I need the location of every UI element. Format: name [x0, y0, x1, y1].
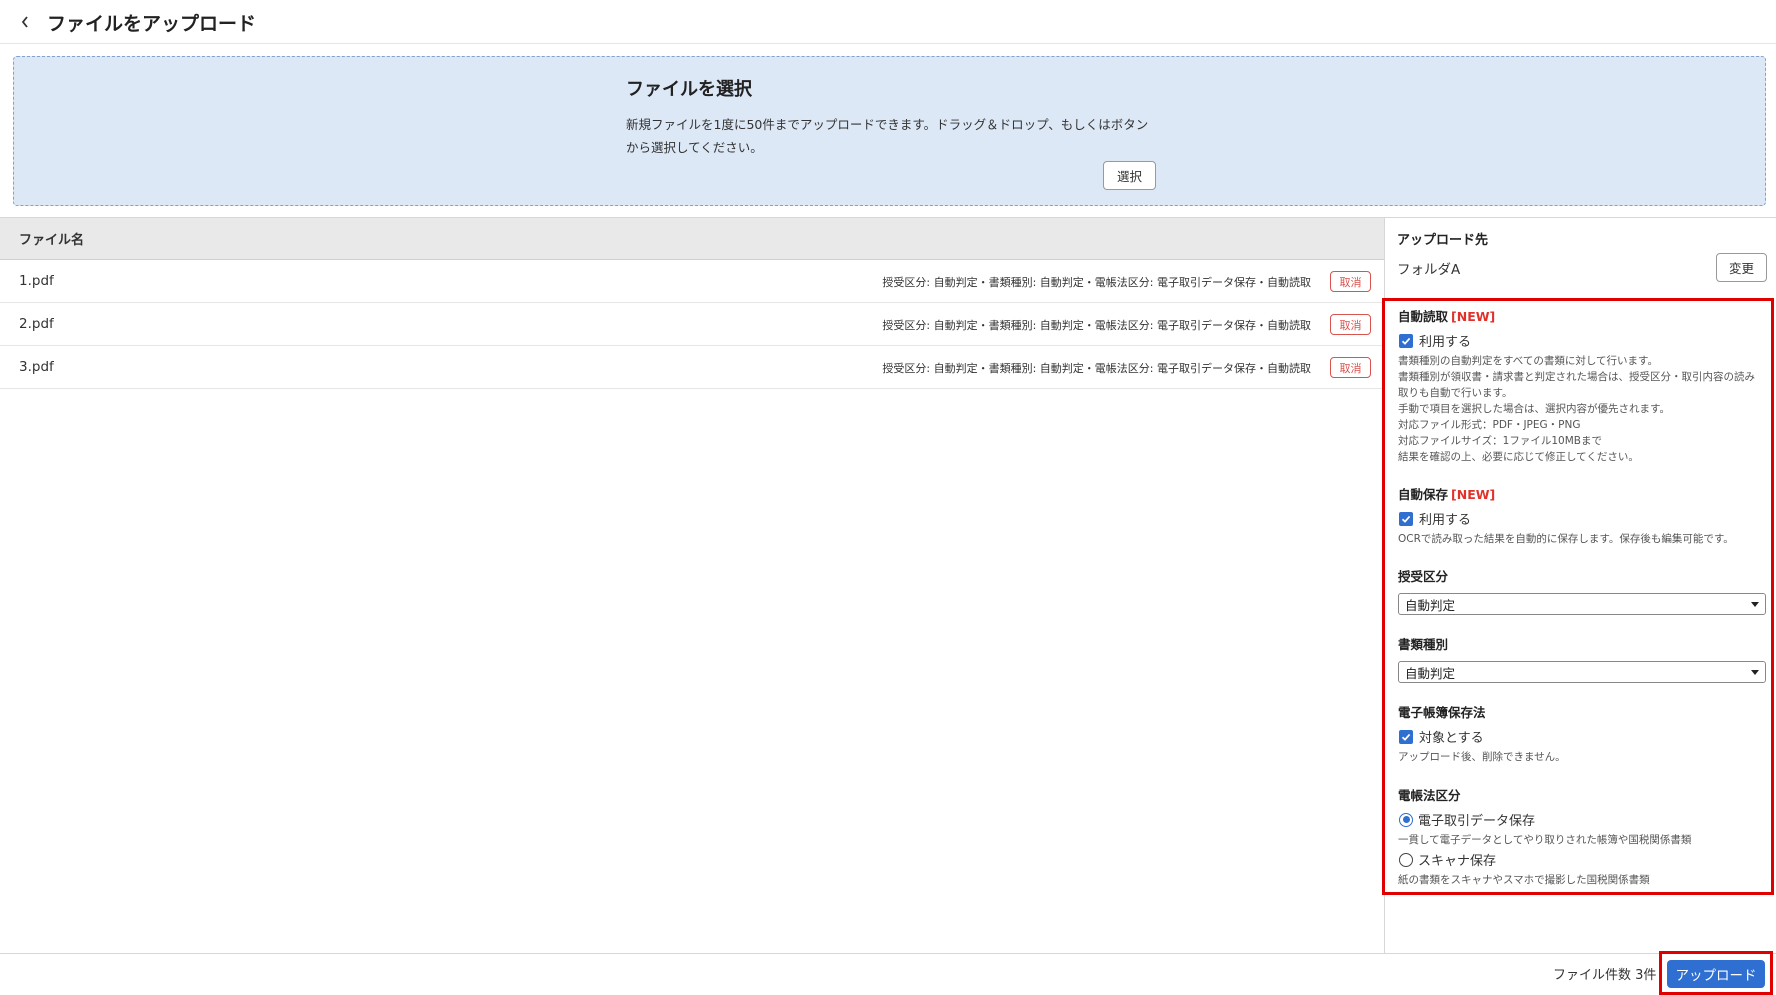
file-name: 1.pdf: [19, 273, 54, 289]
radio-electronic-transaction-description: 一貫して電子データとしてやり取りされた帳簿や国税関係書類: [1398, 834, 1692, 846]
radio-electronic-transaction[interactable]: 電子取引データ保存: [1398, 810, 1766, 829]
back-button[interactable]: [14, 10, 36, 34]
new-badge: [NEW]: [1451, 487, 1496, 502]
cancel-button[interactable]: 取消: [1330, 357, 1371, 378]
footer-divider: [0, 953, 1776, 954]
radio-selected-icon[interactable]: [1399, 812, 1413, 827]
exchange-type-title: 授受区分: [1398, 569, 1449, 584]
ebook-law-checkbox[interactable]: 対象とする: [1398, 727, 1766, 746]
checkbox-checked-icon[interactable]: [1399, 333, 1413, 348]
table-row: 3.pdf 授受区分: 自動判定・書類種別: 自動判定・電帳法区分: 電子取引デ…: [0, 346, 1384, 389]
auto-read-title: 自動読取 [NEW]: [1398, 309, 1496, 324]
radio-unselected-icon[interactable]: [1399, 852, 1413, 867]
caret-down-icon: [1751, 669, 1759, 675]
exchange-type-select[interactable]: 自動判定: [1398, 593, 1766, 615]
auto-save-title: 自動保存 [NEW]: [1398, 487, 1496, 502]
new-badge: [NEW]: [1451, 309, 1496, 324]
auto-save-section: 自動保存 [NEW] 利用する OCRで読み取った結果を自動的に保存します。保存後…: [1398, 484, 1766, 547]
file-name: 3.pdf: [19, 359, 54, 375]
chevron-left-icon: [21, 16, 28, 28]
page-header: ファイルをアップロード: [0, 0, 1776, 44]
cancel-button[interactable]: 取消: [1330, 314, 1371, 335]
auto-save-checkbox[interactable]: 利用する: [1398, 509, 1766, 528]
ebook-law-section: 電子帳簿保存法 対象とする アップロード後、削除できません。: [1398, 702, 1766, 765]
document-type-title: 書類種別: [1398, 637, 1449, 652]
radio-scanner-save-description: 紙の書類をスキャナやスマホで撮影した国税関係書類: [1398, 874, 1650, 886]
upload-destination-folder: フォルダA: [1397, 262, 1461, 278]
file-table: ファイル名 1.pdf 授受区分: 自動判定・書類種別: 自動判定・電帳法区分:…: [0, 218, 1384, 389]
select-file-button[interactable]: 選択: [1103, 161, 1156, 190]
auto-save-description: OCRで読み取った結果を自動的に保存します。保存後も編集可能です。: [1398, 533, 1734, 545]
change-destination-button[interactable]: 変更: [1716, 253, 1767, 282]
upload-settings-panel: 自動読取 [NEW] 利用する 書類種別の自動判定をすべての書類に対して行います。…: [1382, 298, 1774, 895]
radio-scanner-save[interactable]: スキャナ保存: [1398, 850, 1766, 869]
auto-read-description: 書類種別の自動判定をすべての書類に対して行います。 書類種別が領収書・請求書と判…: [1398, 355, 1755, 463]
table-header-filename: ファイル名: [0, 218, 1384, 260]
auto-read-section: 自動読取 [NEW] 利用する 書類種別の自動判定をすべての書類に対して行います。…: [1398, 306, 1766, 465]
page-title: ファイルをアップロード: [47, 13, 257, 35]
document-type-select[interactable]: 自動判定: [1398, 661, 1766, 683]
ebook-category-title: 電帳法区分: [1398, 788, 1461, 803]
caret-down-icon: [1751, 601, 1759, 607]
file-meta: 授受区分: 自動判定・書類種別: 自動判定・電帳法区分: 電子取引データ保存・自…: [882, 362, 1311, 375]
cancel-button[interactable]: 取消: [1330, 271, 1371, 292]
table-row: 2.pdf 授受区分: 自動判定・書類種別: 自動判定・電帳法区分: 電子取引デ…: [0, 303, 1384, 346]
checkbox-checked-icon[interactable]: [1399, 729, 1413, 744]
ebook-law-title: 電子帳簿保存法: [1398, 705, 1486, 720]
file-count: ファイル件数 3件: [1553, 968, 1657, 983]
auto-read-checkbox[interactable]: 利用する: [1398, 331, 1766, 350]
table-row: 1.pdf 授受区分: 自動判定・書類種別: 自動判定・電帳法区分: 電子取引デ…: [0, 260, 1384, 303]
file-meta: 授受区分: 自動判定・書類種別: 自動判定・電帳法区分: 電子取引データ保存・自…: [882, 319, 1311, 332]
file-dropzone[interactable]: ファイルを選択 新規ファイルを1度に50件までアップロードできます。ドラッグ＆ド…: [13, 56, 1766, 206]
document-type-section: 書類種別 自動判定: [1398, 634, 1766, 683]
checkbox-checked-icon[interactable]: [1399, 511, 1413, 526]
file-name: 2.pdf: [19, 316, 54, 332]
dropzone-title: ファイルを選択: [626, 79, 752, 100]
exchange-type-section: 授受区分 自動判定: [1398, 566, 1766, 615]
upload-button[interactable]: アップロード: [1667, 960, 1765, 988]
file-meta: 授受区分: 自動判定・書類種別: 自動判定・電帳法区分: 電子取引データ保存・自…: [882, 276, 1311, 289]
upload-destination-title: アップロード先: [1397, 233, 1489, 248]
ebook-category-section: 電帳法区分 電子取引データ保存 一貫して電子データとしてやり取りされた帳簿や国税…: [1398, 785, 1766, 888]
ebook-law-description: アップロード後、削除できません。: [1398, 751, 1566, 763]
dropzone-description: 新規ファイルを1度に50件までアップロードできます。ドラッグ＆ドロップ、もしくは…: [626, 117, 1149, 155]
